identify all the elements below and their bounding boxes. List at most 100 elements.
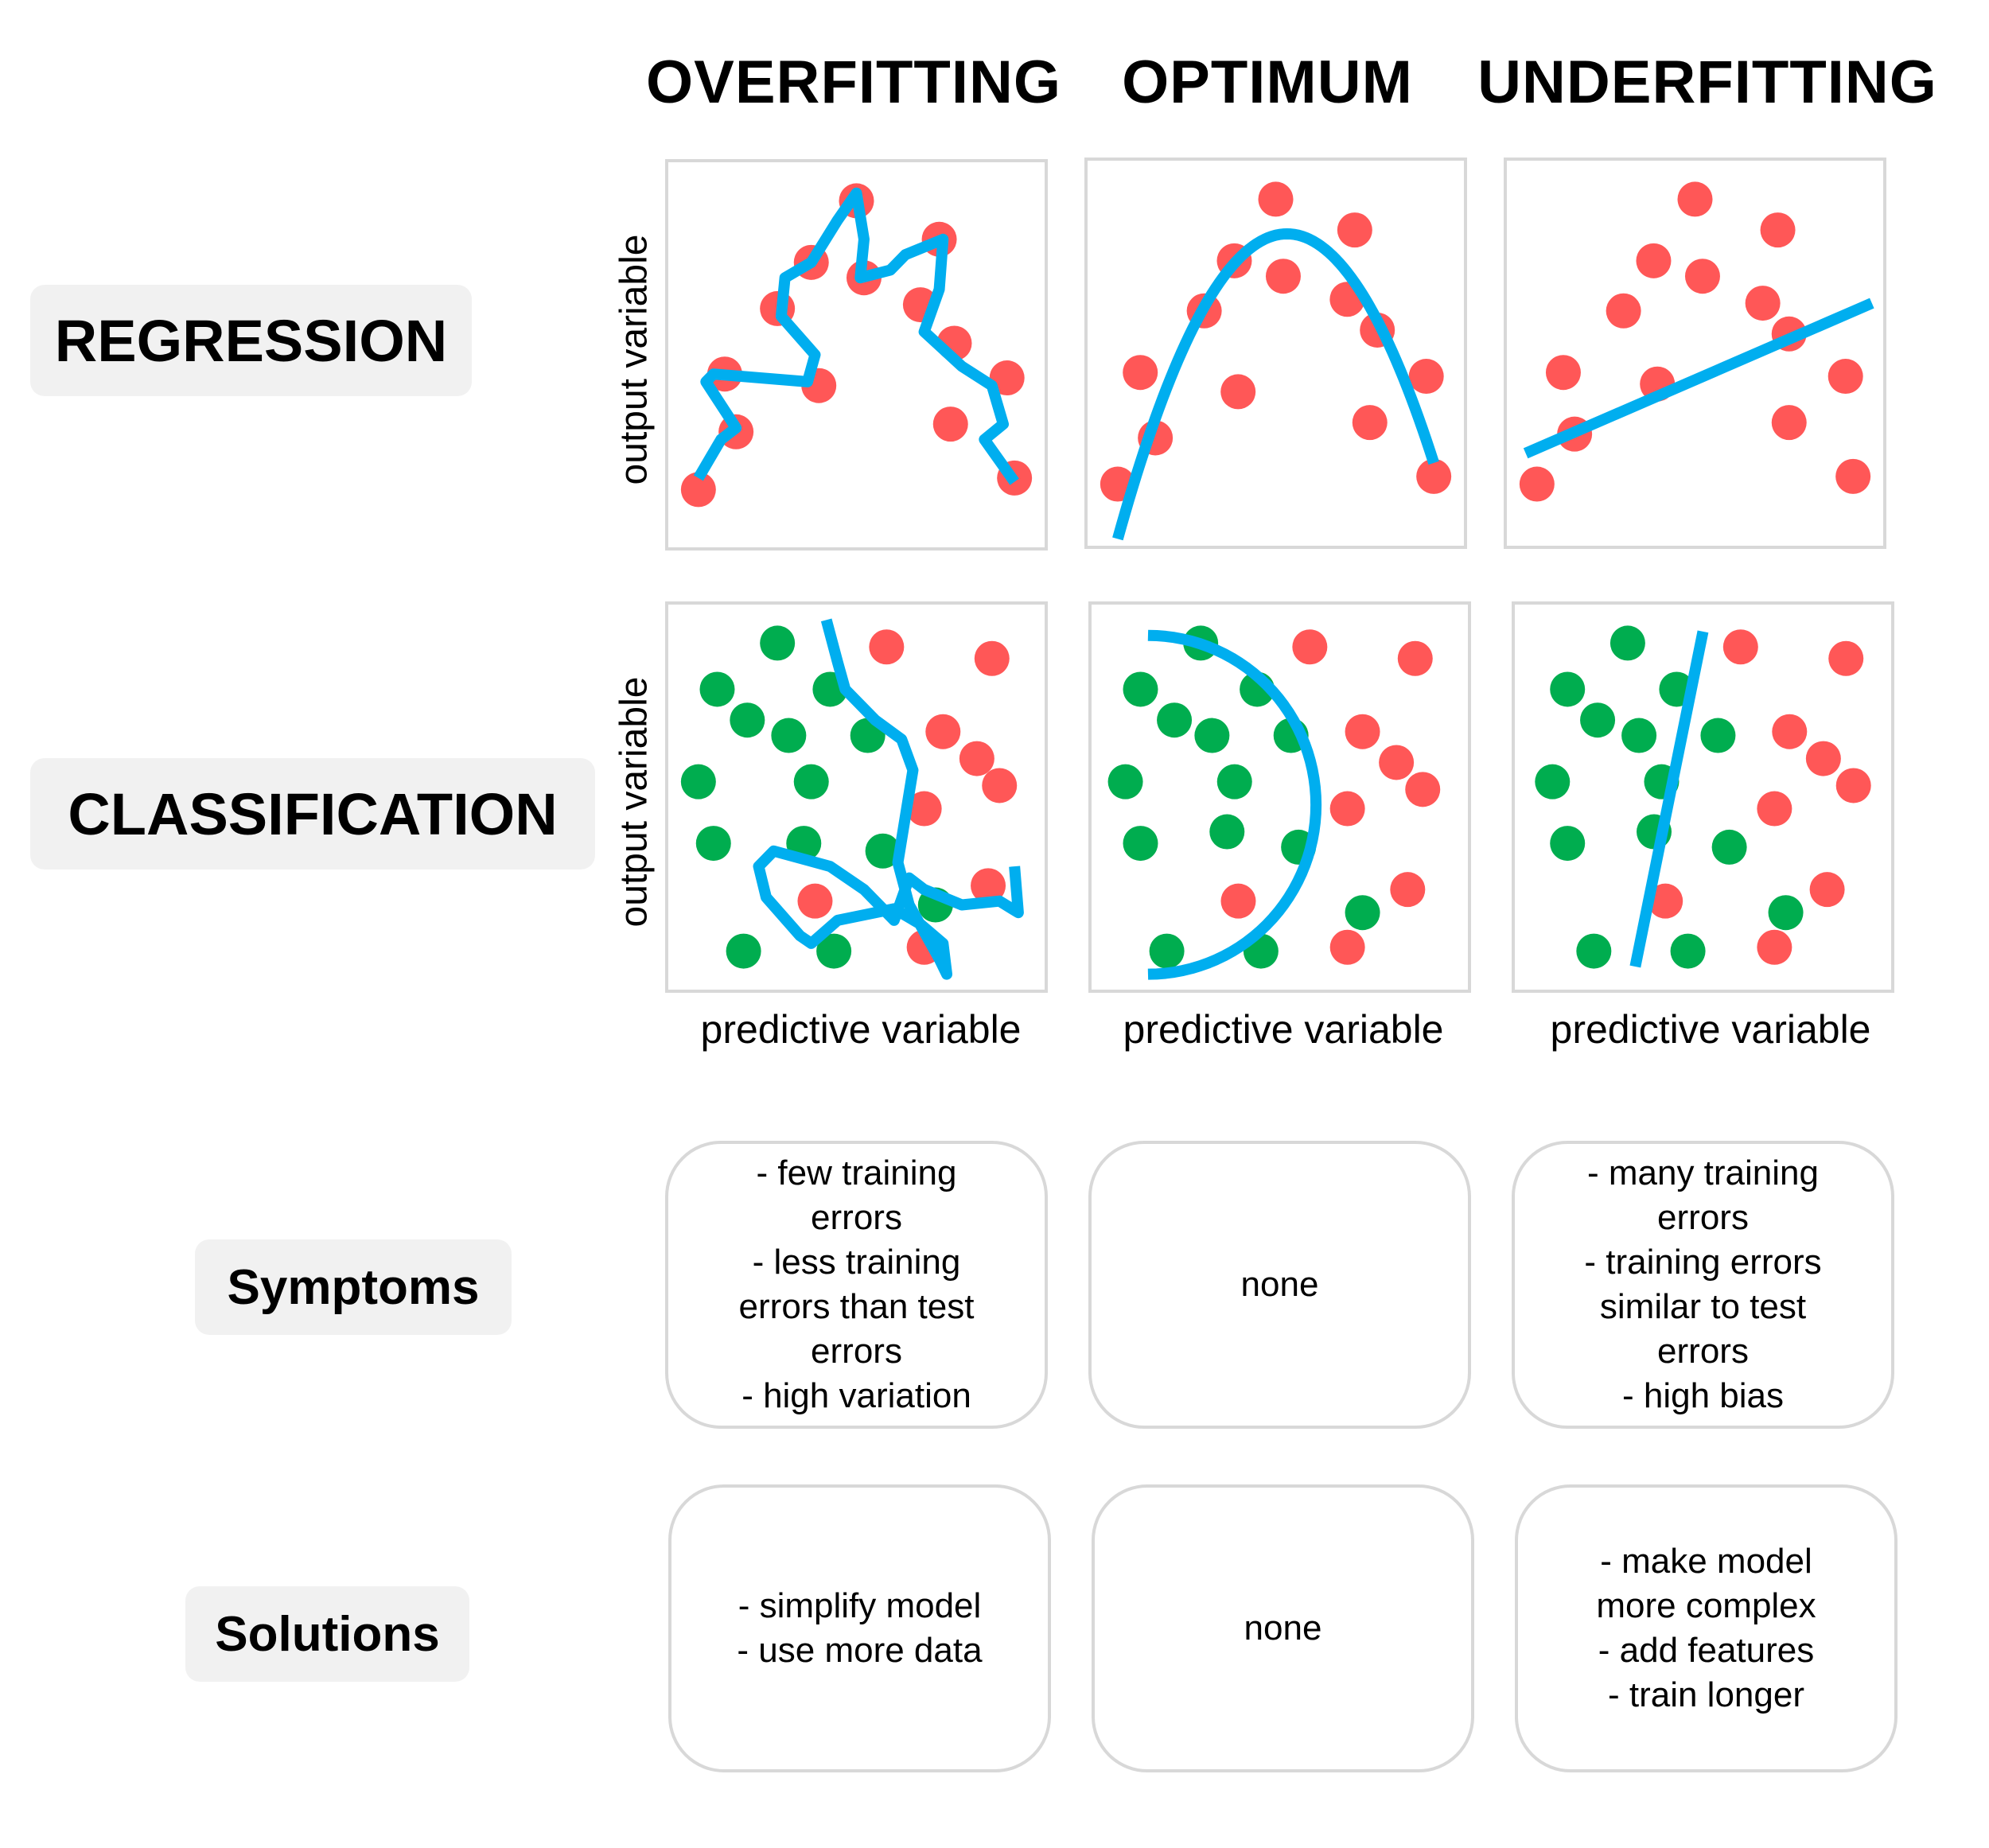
red-point: [1677, 181, 1713, 217]
red-point: [1345, 714, 1380, 749]
red-point: [1416, 458, 1452, 494]
red-point: [959, 741, 994, 776]
symptoms-card-optimum: none: [1088, 1141, 1471, 1429]
classification-optimum-panel: [1088, 601, 1471, 993]
card-text-line: errors: [1657, 1198, 1749, 1237]
regression-underfitting-plot: [1519, 181, 1874, 502]
red-point: [1722, 629, 1758, 665]
red-point: [1684, 259, 1720, 294]
green-point: [1123, 826, 1158, 862]
classification-optimum-plot: [1107, 625, 1441, 980]
red-point: [1835, 768, 1871, 803]
fit-curve: [1147, 629, 1322, 980]
red-point: [1329, 791, 1365, 827]
column-title-overfitting: OVERFITTING: [646, 49, 1061, 116]
card-text-line: more complex: [1596, 1586, 1816, 1625]
regression-overfitting-panel: [665, 159, 1048, 551]
classification-overfitting-panel: [665, 601, 1048, 993]
card-text-line: - high variation: [741, 1376, 971, 1415]
column-title-optimum: OPTIMUM: [1122, 49, 1413, 116]
symptoms-card-underfitting: - many training errors - training errors si…: [1512, 1141, 1894, 1429]
red-point: [1835, 458, 1871, 494]
fit-curve: [753, 618, 1024, 980]
green-point: [771, 718, 807, 753]
green-point: [1216, 764, 1252, 800]
regression-underfitting-panel: [1504, 158, 1886, 549]
classification-underfitting-plot: [1535, 625, 1871, 969]
red-point: [1408, 359, 1444, 395]
solutions-card-optimum: none: [1092, 1484, 1474, 1772]
red-point: [1760, 212, 1796, 248]
green-point: [1711, 829, 1747, 865]
red-point: [1745, 286, 1781, 321]
green-point: [793, 764, 829, 800]
red-point: [1352, 405, 1388, 441]
red-point: [1123, 355, 1158, 391]
red-point: [1757, 929, 1792, 965]
green-point: [1535, 764, 1571, 800]
green-point: [1194, 718, 1230, 753]
card-text-line: - use more data: [737, 1631, 983, 1670]
x-axis-label-optimum: predictive variable: [1123, 1007, 1444, 1052]
x-axis-label-overfitting: predictive variable: [700, 1007, 1022, 1052]
y-axis-label-regression: output variable: [613, 234, 656, 485]
x-axis-label-underfitting: predictive variable: [1550, 1007, 1871, 1052]
green-point: [1550, 671, 1586, 707]
card-text-line: - less training: [752, 1243, 961, 1282]
card-text-line: - make model: [1600, 1542, 1812, 1581]
green-point: [1209, 814, 1245, 850]
card-text-line: similar to test: [1599, 1287, 1807, 1326]
red-point: [1519, 466, 1555, 502]
red-point: [1397, 640, 1433, 676]
red-point: [932, 407, 968, 442]
card-text-line: - few training: [756, 1154, 957, 1192]
card-text-line: errors: [1657, 1332, 1749, 1371]
column-title-underfitting: UNDERFITTING: [1477, 49, 1937, 116]
card-text-line: - high bias: [1621, 1376, 1784, 1415]
red-point: [1337, 212, 1372, 248]
green-point: [1149, 933, 1185, 969]
card-text-line: none: [1244, 1609, 1322, 1648]
green-point: [1345, 895, 1380, 931]
green-point: [730, 702, 765, 738]
regression-overfitting-plot: [680, 183, 1033, 508]
solutions-card-underfitting: - make model more complex - add features - …: [1515, 1484, 1898, 1772]
green-point: [1609, 625, 1645, 661]
red-point: [1771, 405, 1807, 441]
red-point: [982, 768, 1018, 803]
regression-optimum-panel: [1084, 158, 1467, 549]
green-point: [1123, 671, 1158, 707]
card-text-line: - training errors: [1584, 1243, 1822, 1282]
red-point: [1772, 714, 1808, 749]
red-point: [1545, 355, 1581, 391]
symptoms-card-overfitting: - few training errors - less training error…: [665, 1141, 1048, 1429]
red-point: [1405, 772, 1441, 807]
green-point: [1157, 702, 1193, 738]
green-point: [760, 625, 796, 661]
red-point: [1220, 883, 1256, 919]
card-text-line: errors than test: [738, 1287, 975, 1326]
card-text-line: none: [1240, 1265, 1319, 1304]
green-point: [1670, 933, 1706, 969]
red-point: [1292, 629, 1328, 665]
red-point: [1809, 872, 1845, 908]
row-label-symptoms: Symptoms: [195, 1239, 512, 1335]
card-text-line: - many training: [1586, 1154, 1819, 1192]
red-point: [797, 883, 833, 919]
classification-overfitting-plot: [680, 618, 1024, 980]
red-point: [974, 640, 1010, 676]
y-axis-label-classification: output variable: [613, 676, 656, 928]
card-text-line: - train longer: [1607, 1675, 1804, 1714]
red-point: [1379, 745, 1415, 780]
red-point: [869, 629, 905, 665]
red-point: [1390, 872, 1426, 908]
green-point: [1700, 718, 1736, 753]
red-point: [1606, 293, 1641, 329]
red-point: [925, 714, 961, 749]
regression-optimum-plot: [1100, 181, 1452, 541]
red-point: [1827, 359, 1863, 395]
red-point: [1636, 243, 1672, 278]
row-label-classification: CLASSIFICATION: [30, 758, 595, 870]
green-point: [680, 764, 716, 800]
row-label-regression: REGRESSION: [30, 285, 472, 396]
